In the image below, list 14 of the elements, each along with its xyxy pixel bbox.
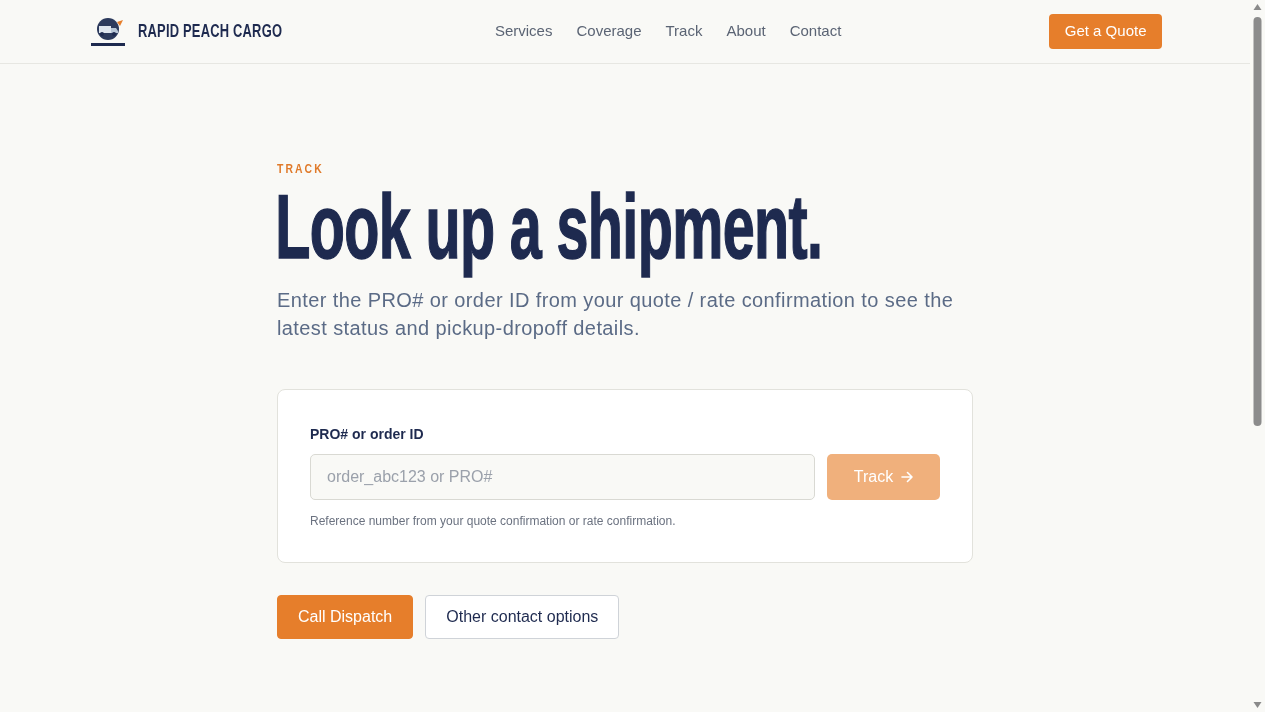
arrow-right-icon (901, 470, 914, 483)
nav-link[interactable]: Coverage (576, 20, 642, 43)
section-eyebrow: TRACK (277, 162, 324, 175)
page-heading: Look up a shipment. (274, 176, 824, 278)
nav-link[interactable]: Services (494, 20, 553, 43)
nav-link[interactable]: Track (665, 20, 703, 43)
brand-name[interactable]: RAPID PEACH CARGO (137, 17, 282, 46)
tracking-input[interactable]: order_abc123 or PRO# (310, 453, 815, 500)
nav-link[interactable]: About (726, 20, 766, 43)
help-text: Reference number from your quote confirmation or rate confirmation. (310, 512, 677, 530)
nav-link[interactable]: Contact (789, 20, 842, 43)
contact-options-button[interactable]: Other contact options (425, 594, 620, 639)
intro-text: Enter the PRO# or order ID from your quote / rate confirmation to see the latest status and pickup-dropoff details. (277, 287, 955, 341)
field-label: PRO# or order ID (310, 424, 424, 444)
